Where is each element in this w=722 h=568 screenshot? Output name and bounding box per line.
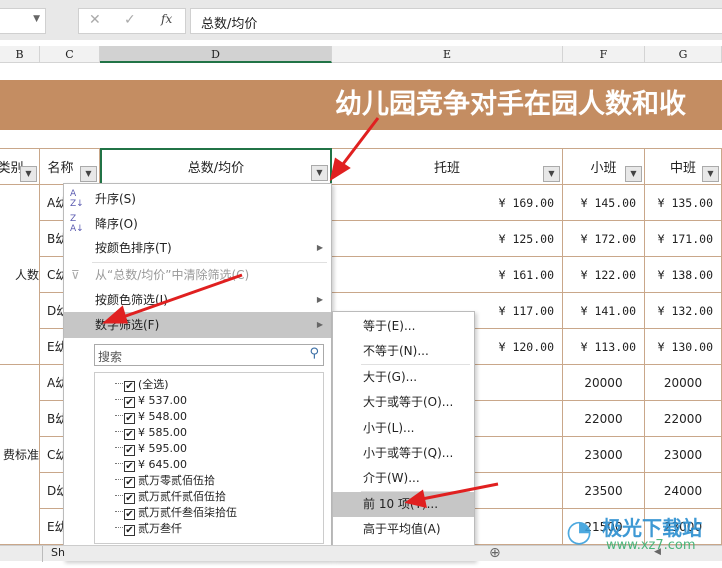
arrow-line bbox=[338, 117, 380, 169]
annotation-arrows bbox=[102, 117, 499, 509]
arrow-head bbox=[102, 305, 128, 324]
arrow-line bbox=[119, 273, 243, 320]
arrow-line bbox=[421, 482, 499, 501]
arrow-head bbox=[404, 489, 427, 509]
